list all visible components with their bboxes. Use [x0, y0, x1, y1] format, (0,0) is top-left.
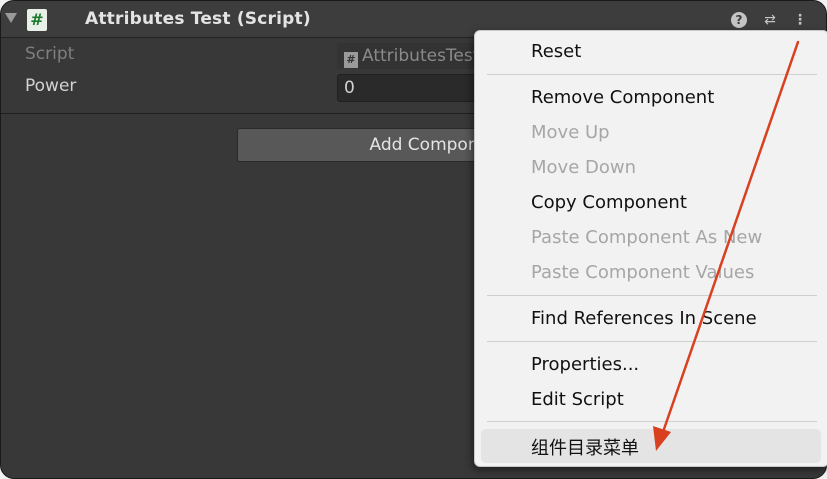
- menu-separator: [487, 341, 817, 342]
- menu-separator: [487, 421, 817, 422]
- preset-icon[interactable]: ⇄: [761, 11, 779, 29]
- script-label: Script: [25, 44, 75, 64]
- script-file-icon: #: [344, 52, 358, 68]
- menu-item-paste-component-as-new: Paste Component As New: [531, 227, 763, 248]
- menu-item-edit-script[interactable]: Edit Script: [531, 389, 624, 410]
- menu-item-copy-component[interactable]: Copy Component: [531, 192, 687, 213]
- menu-separator: [487, 74, 817, 75]
- script-field-value: AttributesTest: [362, 46, 480, 66]
- menu-item-remove-component[interactable]: Remove Component: [531, 87, 714, 108]
- help-icon[interactable]: ?: [731, 12, 747, 28]
- menu-item-reset[interactable]: Reset: [531, 41, 581, 62]
- menu-item-move-up: Move Up: [531, 122, 610, 143]
- more-options-icon[interactable]: ⋮: [791, 11, 809, 29]
- foldout-arrow-icon[interactable]: [5, 13, 17, 23]
- menu-item-properties[interactable]: Properties...: [531, 354, 639, 375]
- component-title: Attributes Test (Script): [85, 9, 311, 29]
- menu-item-move-down: Move Down: [531, 157, 636, 178]
- power-label: Power: [25, 76, 77, 96]
- menu-separator: [487, 295, 817, 296]
- menu-item-paste-component-values: Paste Component Values: [531, 262, 755, 283]
- context-menu: Reset Remove Component Move Up Move Down…: [474, 30, 827, 467]
- menu-item-find-references[interactable]: Find References In Scene: [531, 308, 757, 329]
- power-field-value: 0: [344, 78, 355, 98]
- script-icon: #: [27, 9, 47, 31]
- menu-item-component-catalog[interactable]: 组件目录菜单: [531, 434, 639, 460]
